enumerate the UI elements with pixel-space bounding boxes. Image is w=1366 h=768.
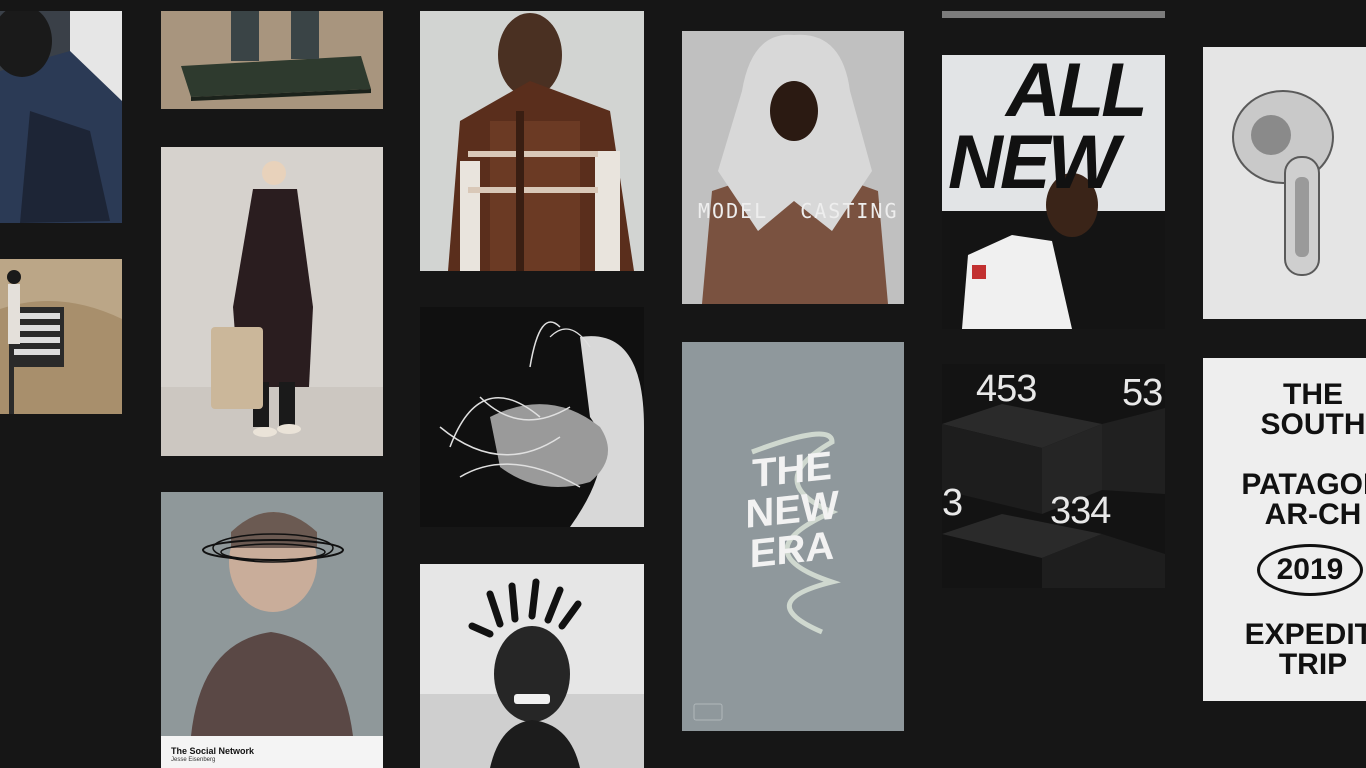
poster-social-network-art bbox=[161, 492, 383, 736]
photo-woman-coat[interactable] bbox=[161, 147, 383, 456]
poster-numbers-boxes[interactable]: 453 53 3 334 bbox=[942, 364, 1165, 588]
poster-all-new-title: ALL bbox=[1006, 55, 1148, 133]
number-3: 3 bbox=[942, 482, 963, 524]
poster-the-south[interactable]: THE SOUTH PATAGON AR-CH 2019 EXPEDITI TR… bbox=[1203, 358, 1366, 701]
archipelago-word: AR-CH bbox=[1264, 498, 1362, 531]
photo-desert-sign-art bbox=[0, 259, 122, 414]
poster-title: The Social Network bbox=[171, 746, 255, 756]
photo-braided-man[interactable] bbox=[420, 564, 644, 768]
number-334: 334 bbox=[1050, 490, 1111, 532]
era-word: ERA bbox=[749, 523, 835, 577]
casting-word: CASTING bbox=[800, 199, 899, 223]
photo-varsity-jacket-art bbox=[420, 11, 644, 271]
number-453: 453 bbox=[976, 368, 1037, 410]
south-word: SOUTH bbox=[1260, 408, 1366, 441]
expedition-word: EXPEDITI bbox=[1244, 618, 1366, 651]
strip-top bbox=[942, 11, 1165, 18]
photo-braided-man-art bbox=[420, 564, 644, 768]
poster-all-new[interactable]: ALL NEW bbox=[942, 55, 1165, 329]
poster-model-casting-art bbox=[682, 31, 904, 304]
poster-social-network[interactable]: The Social Network Jesse Eisenberg bbox=[161, 492, 383, 768]
poster-new-era[interactable]: THE NEW ERA bbox=[682, 342, 904, 731]
photo-woman-coat-art bbox=[161, 147, 383, 456]
poster-new-era-title: THE NEW ERA bbox=[742, 444, 842, 577]
poster-model-casting-title: MODEL CASTING bbox=[682, 199, 904, 223]
photo-clear-earbud-art bbox=[1203, 47, 1366, 319]
photo-book-platform[interactable] bbox=[161, 11, 383, 109]
photo-book-platform-art bbox=[161, 11, 383, 109]
new-word-2: NEW bbox=[948, 120, 1119, 205]
model-word: MODEL bbox=[698, 199, 769, 223]
photo-wire-sculpture-art bbox=[420, 307, 644, 527]
poster-caption: The Social Network Jesse Eisenberg bbox=[161, 736, 383, 768]
the-word-2: THE bbox=[1283, 378, 1343, 411]
photo-desert-sign[interactable] bbox=[0, 259, 122, 414]
poster-model-casting[interactable]: MODEL CASTING bbox=[682, 31, 904, 304]
number-53: 53 bbox=[1122, 372, 1163, 414]
all-word: ALL bbox=[1006, 55, 1148, 133]
photo-varsity-jacket[interactable] bbox=[420, 11, 644, 271]
poster-all-new-subtitle: NEW bbox=[948, 120, 1119, 205]
trip-word: TRIP bbox=[1278, 648, 1348, 681]
photo-man-jacket[interactable] bbox=[0, 11, 122, 223]
photo-clear-earbud[interactable] bbox=[1203, 47, 1366, 319]
patagonia-word: PATAGON bbox=[1241, 468, 1366, 501]
poster-subtitle: Jesse Eisenberg bbox=[171, 757, 216, 763]
year-badge: 2019 bbox=[1257, 544, 1363, 596]
photo-wire-sculpture[interactable] bbox=[420, 307, 644, 527]
photo-man-jacket-art bbox=[0, 11, 122, 223]
